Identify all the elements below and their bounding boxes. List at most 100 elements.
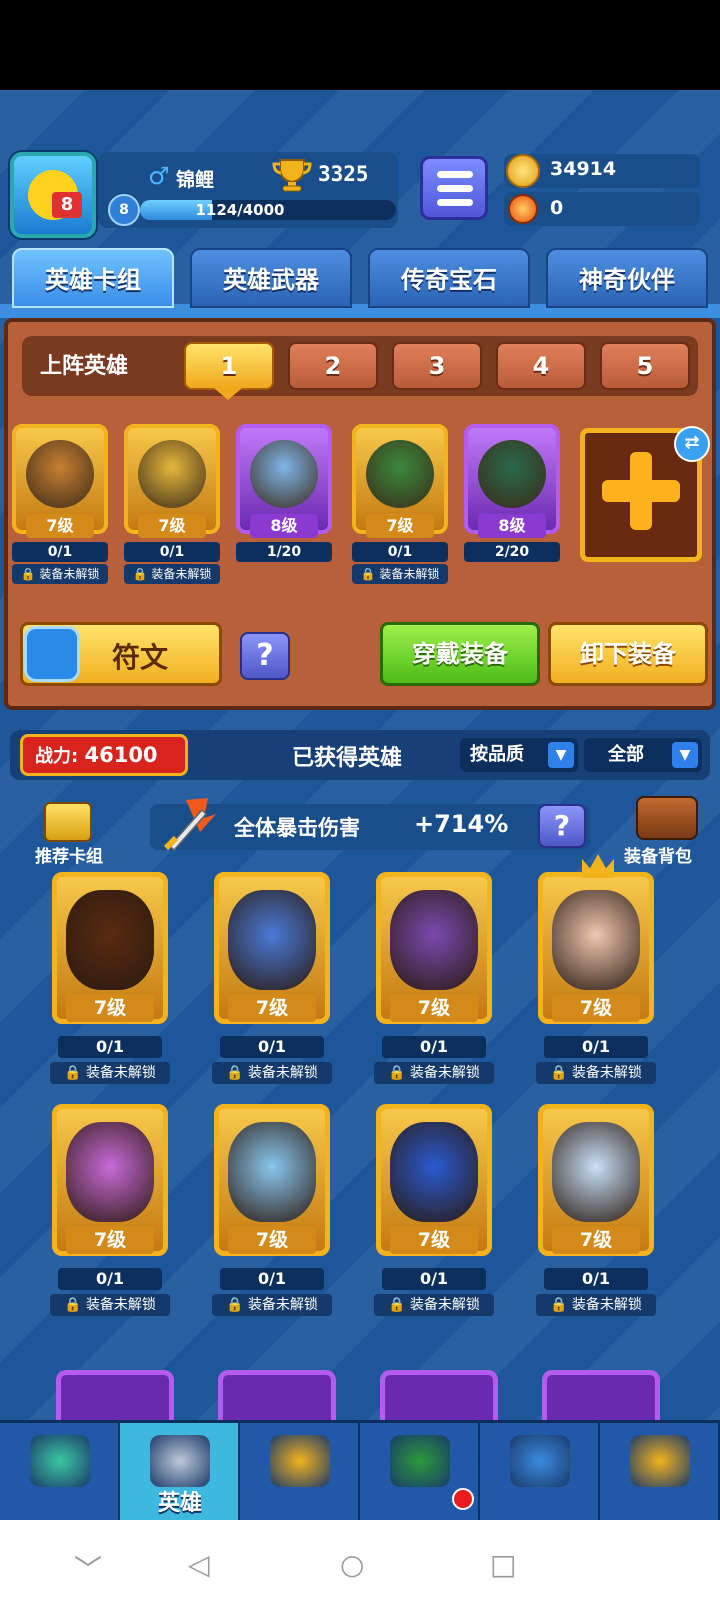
hero-progress: 0/1 (544, 1268, 648, 1290)
owned-hero-card[interactable]: 7级 0/1 🔒 装备未解锁 (46, 1092, 174, 1322)
hero-portrait-icon (478, 440, 546, 508)
coin-count: 34914 (550, 158, 617, 180)
recommend-deck-icon[interactable] (44, 802, 92, 842)
equip-locked-label: 🔒 装备未解锁 (536, 1294, 656, 1316)
nav-item-treasure-chest[interactable] (0, 1423, 120, 1520)
hero-portrait-icon (366, 440, 434, 508)
owned-hero-card[interactable]: 7级 0/1 🔒 装备未解锁 (532, 854, 660, 1090)
hero-progress: 0/1 (58, 1268, 162, 1290)
equip-locked-label: 🔒 装备未解锁 (374, 1294, 494, 1316)
equip-locked-label: 🔒 装备未解锁 (536, 1062, 656, 1084)
hero-progress: 0/1 (382, 1036, 486, 1058)
recents-icon[interactable]: □ (490, 1548, 516, 1581)
hero-portrait-icon (228, 890, 316, 990)
menu-icon-bar (437, 185, 473, 192)
deck-hero-card[interactable]: 7级 0/1 🔒 装备未解锁 (8, 416, 112, 586)
slot-pointer-icon (214, 388, 242, 400)
hero-portrait-icon (552, 1122, 640, 1222)
equip-locked-text: 装备未解锁 (409, 1297, 480, 1313)
owned-hero-card[interactable]: 7级 0/1 🔒 装备未解锁 (370, 860, 498, 1090)
tab-hero-weapons[interactable]: 英雄武器 (190, 248, 352, 308)
deck-hero-card[interactable]: 8级 2/20 (460, 416, 564, 586)
hero-progress: 0/1 (352, 542, 448, 562)
tab-hero-deck[interactable]: 英雄卡组 (12, 248, 174, 308)
nav-item-compass[interactable] (600, 1423, 720, 1520)
equip-button[interactable]: 穿戴装备 (380, 622, 540, 686)
hero-level: 7级 (66, 994, 154, 1022)
chevron-down-icon: ▼ (548, 742, 574, 768)
hero-progress: 0/1 (544, 1036, 648, 1058)
menu-icon-bar (437, 199, 473, 206)
hero-progress: 1/20 (236, 542, 332, 562)
menu-button[interactable] (420, 156, 488, 220)
avatar-tag-icon: 8 (52, 192, 82, 218)
trophy-count: 3325 (318, 162, 369, 186)
equip-locked-label: 🔒 装备未解锁 (374, 1062, 494, 1084)
hero-portrait-icon (390, 890, 478, 990)
crit-help-button[interactable]: ? (538, 804, 586, 848)
crit-value: +714% (414, 810, 509, 838)
equip-locked-label: 🔒 装备未解锁 (50, 1294, 170, 1316)
player-avatar[interactable]: 8 (10, 152, 96, 238)
equipment-bag-icon[interactable] (636, 796, 698, 840)
owned-hero-card[interactable]: 7级 0/1 🔒 装备未解锁 (532, 1092, 660, 1322)
trophy-icon (272, 159, 312, 192)
equip-locked-text: 装备未解锁 (379, 567, 440, 581)
deck-slot-2[interactable]: 2 (288, 342, 378, 390)
hero-level: 7级 (366, 514, 434, 538)
owned-hero-card[interactable]: 7级 0/1 🔒 装备未解锁 (208, 860, 336, 1090)
deck-label: 上阵英雄 (40, 354, 129, 379)
fire-gem-icon (508, 194, 538, 224)
deck-hero-card[interactable]: 7级 0/1 🔒 装备未解锁 (120, 416, 224, 586)
hero-progress: 0/1 (12, 542, 108, 562)
deck-slot-1[interactable]: 1 (184, 342, 274, 390)
hero-progress: 2/20 (464, 542, 560, 562)
deck-slot-5[interactable]: 5 (600, 342, 690, 390)
hero-portrait-icon (66, 890, 154, 990)
back-icon[interactable]: ◁ (188, 1548, 210, 1581)
crown-shield-icon (390, 1435, 450, 1487)
sort-dropdown[interactable]: 按品质 ▼ (460, 738, 578, 772)
collapse-icon[interactable]: ﹀ (74, 1548, 102, 1588)
hero-progress: 0/1 (220, 1036, 324, 1058)
filter-dropdown[interactable]: 全部 ▼ (584, 738, 702, 772)
hero-portrait-icon (228, 1122, 316, 1222)
power-badge: 战力: 46100 (20, 734, 188, 776)
hero-level: 7级 (552, 1226, 640, 1254)
hero-level: 8级 (250, 514, 318, 538)
equip-locked-text: 装备未解锁 (247, 1065, 318, 1081)
nav-item-guild-banner[interactable] (480, 1423, 600, 1520)
tab-legend-gems[interactable]: 传奇宝石 (368, 248, 530, 308)
unequip-button[interactable]: 卸下装备 (548, 622, 708, 686)
obtained-heroes-title: 已获得英雄 (292, 746, 403, 771)
deck-hero-card[interactable]: 8级 1/20 (232, 416, 336, 586)
nav-item-crossed-swords[interactable] (240, 1423, 360, 1520)
nav-item-knight-helmet[interactable]: 英雄 (120, 1423, 240, 1520)
gold-coin-icon (506, 154, 540, 188)
swap-icon[interactable]: ⇄ (674, 426, 710, 462)
rune-help-button[interactable]: ? (240, 632, 290, 680)
deck-slot-4[interactable]: 4 (496, 342, 586, 390)
owned-hero-card[interactable]: 7级 0/1 🔒 装备未解锁 (370, 1092, 498, 1322)
hero-portrait-icon (66, 1122, 154, 1222)
status-bar (0, 0, 720, 90)
hero-level: 7级 (228, 1226, 316, 1254)
tab-magic-partners[interactable]: 神奇伙伴 (546, 248, 708, 308)
hero-level: 8级 (478, 514, 546, 538)
equip-locked-text: 装备未解锁 (85, 1297, 156, 1313)
power-label: 战力: (35, 746, 79, 767)
home-icon[interactable]: ○ (340, 1548, 364, 1581)
deck-slot-3[interactable]: 3 (392, 342, 482, 390)
hero-level: 7级 (390, 1226, 478, 1254)
equip-locked-label: 🔒 装备未解锁 (124, 564, 220, 584)
owned-hero-card[interactable]: 7级 0/1 🔒 装备未解锁 (46, 860, 174, 1090)
hero-level: 7级 (552, 994, 640, 1022)
owned-hero-card[interactable]: 7级 0/1 🔒 装备未解锁 (208, 1092, 336, 1322)
equip-locked-text: 装备未解锁 (409, 1065, 480, 1081)
chevron-down-icon: ▼ (672, 742, 698, 768)
hero-progress: 0/1 (382, 1268, 486, 1290)
equip-locked-label: 🔒 装备未解锁 (212, 1294, 332, 1316)
hero-portrait-icon (26, 440, 94, 508)
deck-hero-card[interactable]: 7级 0/1 🔒 装备未解锁 (348, 416, 452, 586)
filter-label: 全部 (608, 744, 644, 765)
